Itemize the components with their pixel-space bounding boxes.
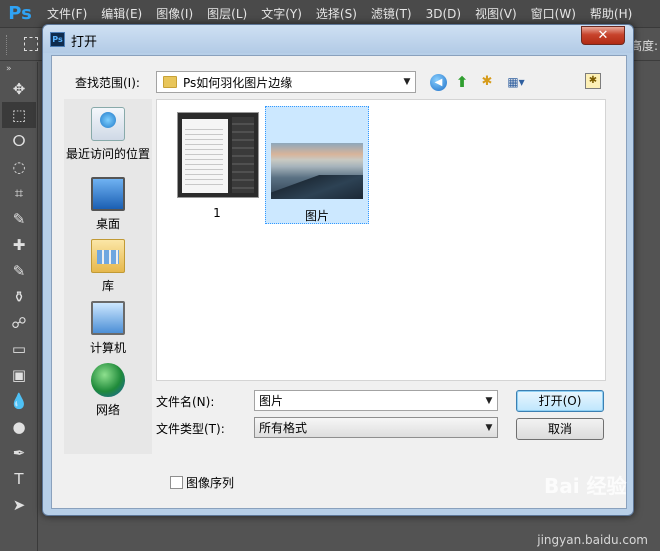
marquee-preset-icon[interactable]: [24, 37, 38, 51]
filetype-label: 文件类型(T):: [156, 422, 225, 436]
place-desktop[interactable]: 桌面: [64, 177, 152, 232]
computer-icon: [91, 301, 125, 335]
image-sequence-option[interactable]: 图像序列: [170, 474, 234, 491]
image-sequence-checkbox[interactable]: [170, 476, 183, 489]
thumbnail-panel: [232, 117, 254, 193]
history-brush-tool-icon[interactable]: ☍: [2, 310, 36, 336]
lookin-label: 查找范围(I):: [75, 76, 140, 90]
lookin-dropdown[interactable]: Ps如何羽化图片边缘 ▼: [156, 71, 416, 93]
filename-input[interactable]: 图片 ▼: [254, 390, 498, 411]
image-sequence-label: 图像序列: [186, 476, 235, 490]
view-menu-icon[interactable]: ▦▾: [503, 73, 529, 91]
place-library-label: 库: [101, 279, 114, 293]
file-thumbnail: [271, 143, 363, 199]
type-tool-icon[interactable]: T: [2, 466, 36, 492]
place-recent[interactable]: 最近访问的位置: [64, 107, 152, 162]
crop-tool-icon[interactable]: ⌗: [2, 180, 36, 206]
filename-value[interactable]: 图片: [255, 392, 481, 409]
place-library[interactable]: 库: [64, 239, 152, 294]
file-thumbnail: [177, 112, 259, 198]
open-dialog: Ps 打开 ✕ 查找范围(I): Ps如何羽化图片边缘 ▼ ◀ ⬆ ✱ ▦▾ ✱…: [42, 24, 634, 516]
height-label: 高度:: [629, 39, 658, 53]
place-network[interactable]: 网络: [64, 363, 152, 418]
place-recent-label: 最近访问的位置: [65, 147, 150, 161]
path-select-tool-icon[interactable]: ➤: [2, 492, 36, 518]
eraser-tool-icon[interactable]: ▭: [2, 336, 36, 362]
library-icon: [91, 239, 125, 273]
new-folder-icon[interactable]: ✱: [477, 73, 497, 91]
nav-toolbar: ◀ ⬆ ✱ ▦▾: [430, 71, 529, 93]
dodge-tool-icon[interactable]: ●: [2, 414, 36, 440]
chevron-down-icon[interactable]: ▼: [481, 423, 497, 433]
network-icon: [91, 363, 125, 397]
chevron-down-icon[interactable]: ▼: [399, 77, 415, 87]
file-item-selected[interactable]: 图片: [265, 106, 369, 224]
open-button[interactable]: 打开(O): [516, 390, 604, 412]
up-folder-icon[interactable]: ⬆: [453, 73, 471, 91]
stamp-tool-icon[interactable]: ⚱: [2, 284, 36, 310]
blur-tool-icon[interactable]: 💧: [2, 388, 36, 414]
recent-places-icon: [91, 107, 125, 141]
eyedropper-tool-icon[interactable]: ✎: [2, 206, 36, 232]
options-grip[interactable]: [6, 35, 9, 55]
place-computer-label: 计算机: [89, 341, 126, 355]
dialog-titlebar[interactable]: Ps 打开 ✕: [43, 25, 633, 53]
close-button[interactable]: ✕: [581, 26, 625, 45]
move-tool-icon[interactable]: ✥: [2, 76, 36, 102]
ps-app-icon: Ps: [50, 32, 65, 47]
brush-tool-icon[interactable]: ✎: [2, 258, 36, 284]
chevron-down-icon[interactable]: ▼: [481, 396, 497, 406]
watermark-logo: Bai 经验: [544, 474, 627, 498]
toolbox-collapse-icon[interactable]: »: [0, 62, 37, 76]
pen-tool-icon[interactable]: ✒: [2, 440, 36, 466]
gradient-tool-icon[interactable]: ▣: [2, 362, 36, 388]
place-desktop-label: 桌面: [95, 217, 120, 231]
thumbnail-window: [182, 119, 228, 193]
dialog-body: 查找范围(I): Ps如何羽化图片边缘 ▼ ◀ ⬆ ✱ ▦▾ ✱ 最近访问的位置…: [51, 55, 627, 509]
lasso-tool-icon[interactable]: ⵔ: [2, 128, 36, 154]
quick-select-tool-icon[interactable]: ◌: [2, 154, 36, 180]
dialog-title: 打开: [71, 35, 98, 50]
file-name: 1: [213, 206, 221, 220]
folder-icon: [163, 76, 177, 88]
place-computer[interactable]: 计算机: [64, 301, 152, 356]
ps-logo: Ps: [8, 3, 32, 24]
place-network-label: 网络: [95, 403, 120, 417]
places-bar: 最近访问的位置 桌面 库 计算机 网络: [64, 99, 152, 454]
desktop-icon: [91, 177, 125, 211]
watermark-url: jingyan.baidu.com: [537, 533, 648, 547]
toolbox: » ✥ ⬚ ⵔ ◌ ⌗ ✎ ✚ ✎ ⚱ ☍ ▭ ▣ 💧 ● ✒ T ➤: [0, 62, 38, 551]
extra-option-icon[interactable]: ✱: [585, 73, 601, 89]
back-icon[interactable]: ◀: [430, 73, 447, 91]
file-list[interactable]: 1 图片: [156, 99, 606, 381]
file-name: 图片: [304, 209, 329, 223]
filetype-select[interactable]: 所有格式 ▼: [254, 417, 498, 438]
lookin-value: Ps如何羽化图片边缘: [183, 75, 293, 90]
filename-label: 文件名(N):: [156, 395, 215, 409]
file-item[interactable]: 1: [165, 106, 269, 224]
healing-tool-icon[interactable]: ✚: [2, 232, 36, 258]
filetype-value: 所有格式: [259, 421, 308, 435]
cancel-button[interactable]: 取消: [516, 418, 604, 440]
marquee-tool-icon[interactable]: ⬚: [2, 102, 36, 128]
